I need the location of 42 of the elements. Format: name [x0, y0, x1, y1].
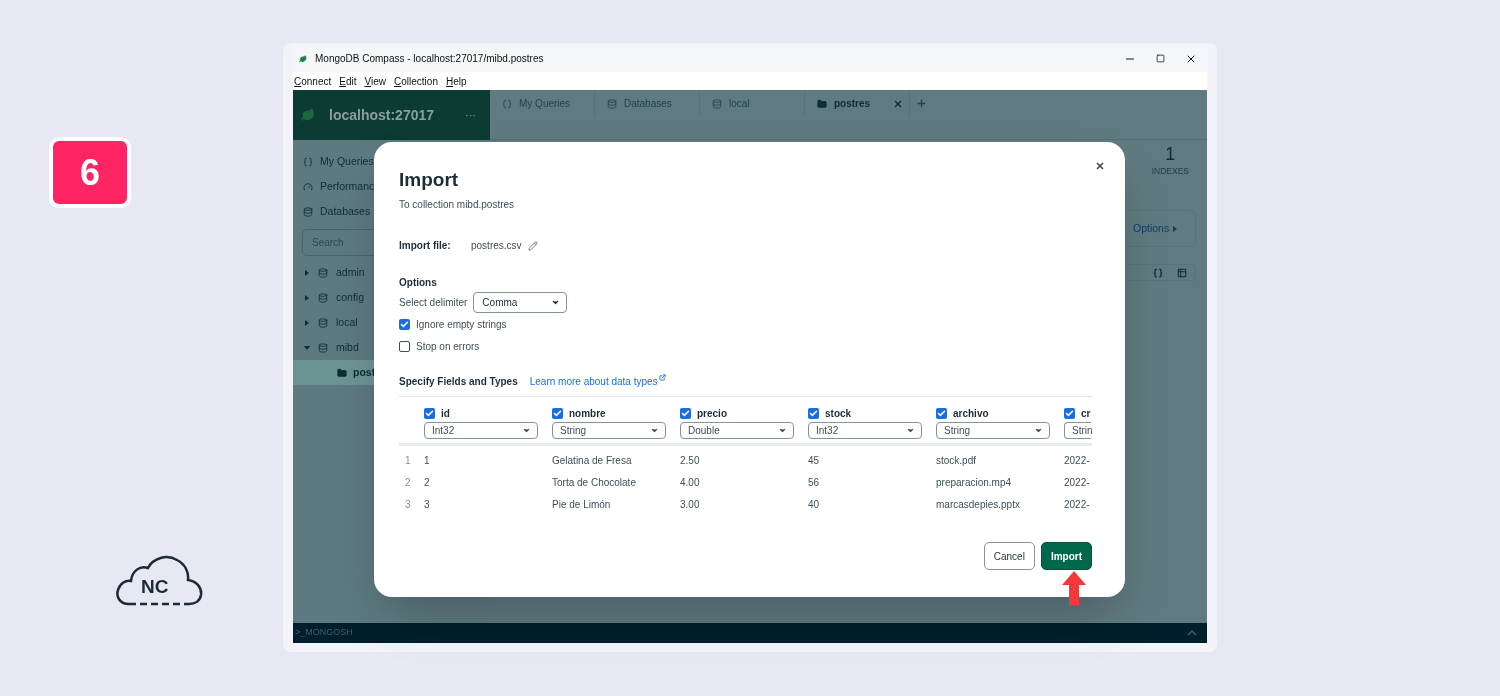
table-cell-text: 40 — [808, 497, 821, 512]
table-cell-text: 45 — [808, 453, 821, 468]
field-label: Select delimiter — [399, 296, 468, 310]
column-name: stock — [825, 406, 852, 421]
checkbox-label: Stop on errors — [416, 339, 480, 354]
connection-name: localhost:27017 — [329, 105, 435, 125]
shell-label: >_MONGOSH — [295, 626, 353, 640]
column-name: id — [441, 406, 450, 421]
stat-label: INDEXES — [1151, 165, 1189, 178]
section-heading: Specify Fields and Types — [399, 375, 518, 389]
table-cell-text: marcasdepies.pptx — [936, 497, 1021, 512]
dialog-title: Import — [399, 168, 460, 192]
row-number: 1 — [404, 453, 412, 468]
table-cell-text: Pie de Limón — [552, 497, 612, 512]
table-cell-text: 2022- — [1064, 453, 1091, 468]
table-cell-text: 4.00 — [680, 475, 701, 490]
logo-text: NC — [141, 577, 169, 596]
step-badge: 6 — [49, 137, 131, 208]
table-cell-text: 2022- — [1064, 475, 1091, 490]
table-cell-text: Torta de Chocolate — [552, 475, 637, 490]
table-cell-text: Gelatina de Fresa — [552, 453, 633, 468]
table-cell-text: preparacion.mp4 — [936, 475, 1013, 490]
checkbox-label: Ignore empty strings — [416, 317, 507, 332]
table-cell-text: stock.pdf — [936, 453, 978, 468]
column-name: precio — [697, 406, 727, 421]
table-cell-text: 56 — [808, 475, 821, 490]
dialog-subtitle: To collection mibd.postres — [399, 198, 516, 212]
table-cell-text: 3 — [424, 497, 431, 512]
table-cell-text: 3.00 — [680, 497, 701, 512]
table-cell-text: 2022- — [1064, 497, 1091, 512]
table-cell-text: 2.50 — [680, 453, 701, 468]
column-name: cr — [1081, 406, 1091, 421]
table-cell-text: 1 — [424, 453, 431, 468]
row-number: 2 — [404, 475, 412, 490]
window-title: MongoDB Compass - localhost:27017/mibd.postres — [315, 52, 544, 66]
column-name: archivo — [953, 406, 989, 421]
row-number: 3 — [404, 497, 412, 512]
stat-value: 1 — [1165, 143, 1176, 165]
table-cell-text: 2 — [424, 475, 431, 490]
file-name: postres.csv — [471, 239, 522, 253]
section-heading: Options — [399, 276, 438, 290]
column-name: nombre — [569, 406, 606, 421]
